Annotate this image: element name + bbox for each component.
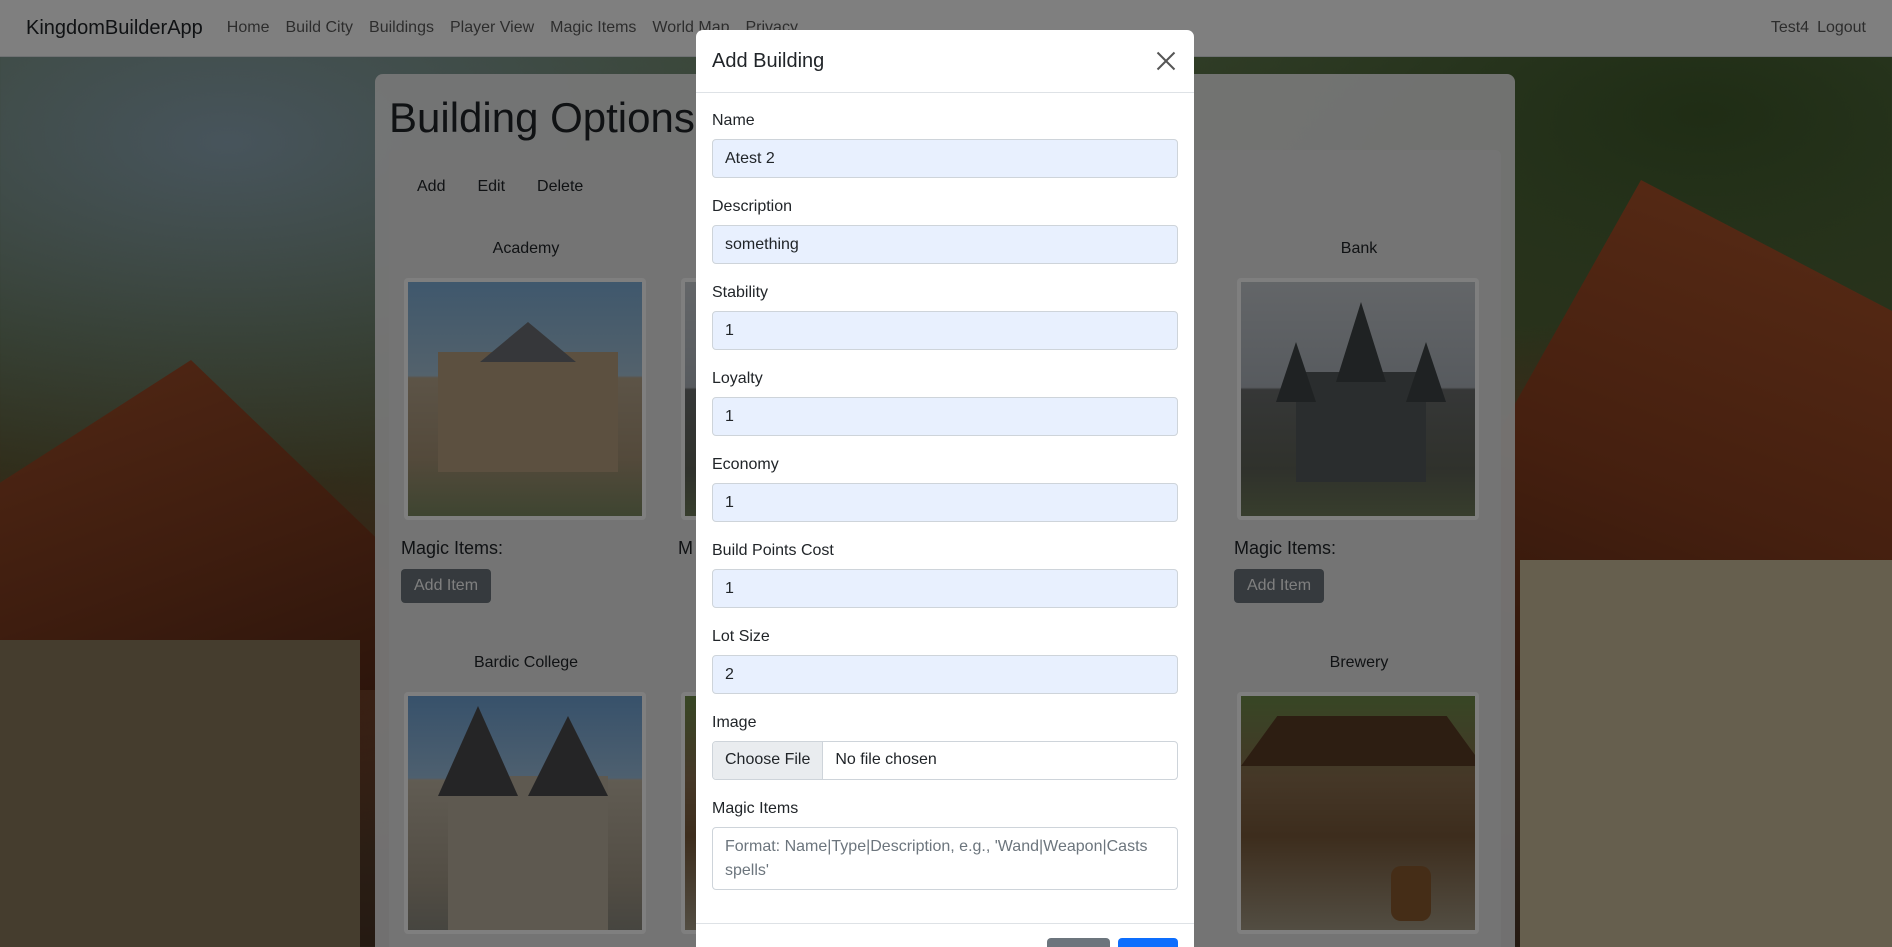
- image-label: Image: [712, 714, 757, 731]
- modal-title: Add Building: [712, 49, 825, 72]
- lot-size-input[interactable]: [712, 655, 1178, 694]
- build-points-cost-label: Build Points Cost: [712, 542, 834, 559]
- save-button[interactable]: [1118, 938, 1178, 947]
- description-label: Description: [712, 198, 793, 215]
- magic-items-label: Magic Items: [712, 800, 799, 817]
- loyalty-input[interactable]: [712, 397, 1178, 436]
- close-icon[interactable]: [1154, 49, 1178, 73]
- choose-file-button[interactable]: Choose File: [713, 742, 824, 779]
- name-label: Name: [712, 112, 755, 129]
- economy-input[interactable]: [712, 483, 1178, 522]
- lot-size-label: Lot Size: [712, 628, 770, 645]
- modal-footer: [696, 923, 1194, 947]
- file-status: No file chosen: [835, 751, 937, 768]
- loyalty-label: Loyalty: [712, 370, 763, 387]
- name-input[interactable]: [712, 139, 1178, 178]
- image-file-input[interactable]: Choose File No file chosen: [712, 741, 1178, 780]
- build-points-cost-input[interactable]: [712, 569, 1178, 608]
- modal-header: Add Building: [696, 30, 1194, 93]
- magic-items-textarea[interactable]: Format: Name|Type|Description, e.g., 'Wa…: [712, 827, 1178, 890]
- economy-label: Economy: [712, 456, 779, 473]
- add-building-modal: Add Building Name Description Stability …: [696, 30, 1194, 947]
- stability-label: Stability: [712, 284, 769, 301]
- close-button[interactable]: [1047, 938, 1110, 947]
- modal-body: Name Description Stability Loyalty Econo…: [696, 112, 1194, 890]
- description-input[interactable]: [712, 225, 1178, 264]
- stability-input[interactable]: [712, 311, 1178, 350]
